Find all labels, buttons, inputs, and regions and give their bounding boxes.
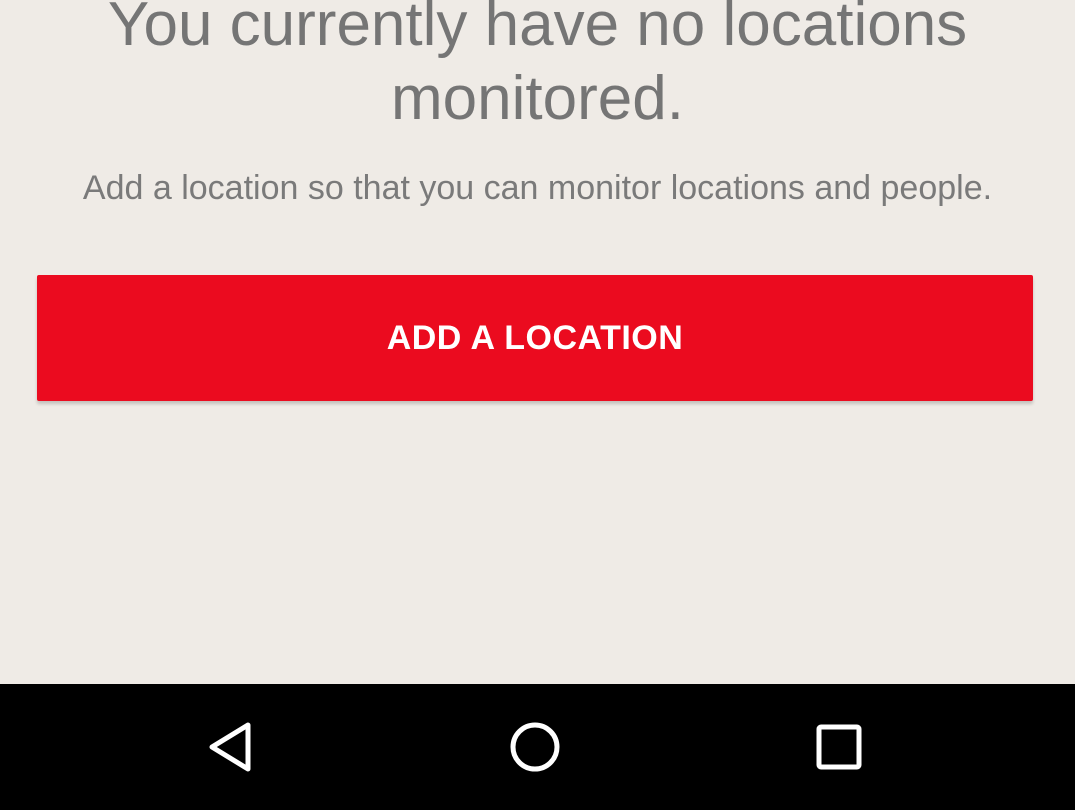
home-circle-icon xyxy=(510,722,560,772)
app-screen: You currently have no locations monitore… xyxy=(0,0,1075,810)
add-location-button-label: ADD A LOCATION xyxy=(386,318,684,357)
nav-back-button[interactable] xyxy=(172,684,292,810)
system-navigation-bar xyxy=(0,684,1075,810)
empty-state-container: You currently have no locations monitore… xyxy=(0,0,1075,684)
empty-state-subtitle: Add a location so that you can monitor l… xyxy=(82,169,993,207)
nav-home-button[interactable] xyxy=(475,684,595,810)
empty-state-title: You currently have no locations monitore… xyxy=(107,0,968,133)
back-triangle-icon xyxy=(209,722,251,772)
recents-square-icon xyxy=(816,724,862,770)
nav-recents-button[interactable] xyxy=(779,684,899,810)
add-location-button[interactable]: ADD A LOCATION xyxy=(37,275,1033,401)
